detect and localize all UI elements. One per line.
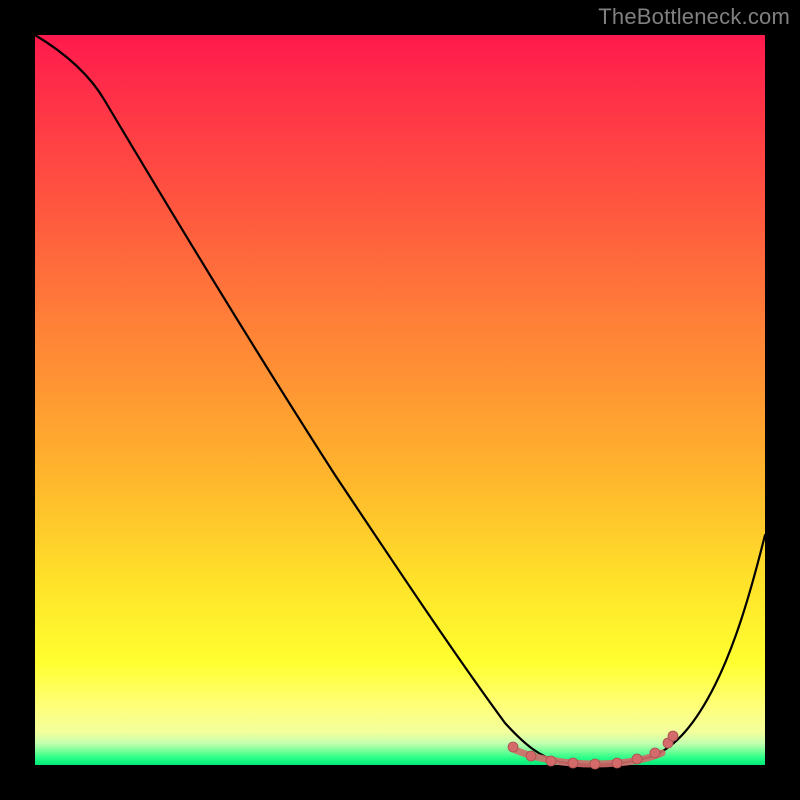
bottleneck-curve xyxy=(35,35,765,765)
plot-area xyxy=(35,35,765,765)
chart-svg xyxy=(35,35,765,765)
watermark-text: TheBottleneck.com xyxy=(598,4,790,30)
chart-frame: TheBottleneck.com xyxy=(0,0,800,800)
